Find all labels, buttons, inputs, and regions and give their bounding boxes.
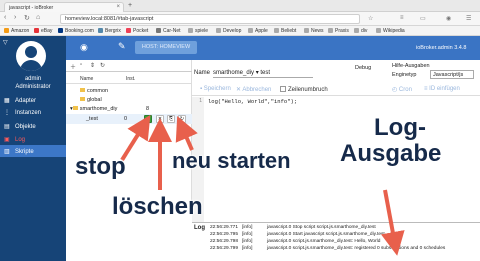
annotation-delete: löschen — [112, 193, 203, 220]
annotation-restart: neu starten — [172, 148, 291, 173]
annotation-log-line1: Log- — [374, 114, 426, 141]
annotation-stop: stop — [75, 153, 126, 180]
restart-arrow — [175, 115, 198, 151]
annotation-log-line2: Ausgabe — [340, 140, 442, 167]
log-arrow — [381, 189, 405, 256]
